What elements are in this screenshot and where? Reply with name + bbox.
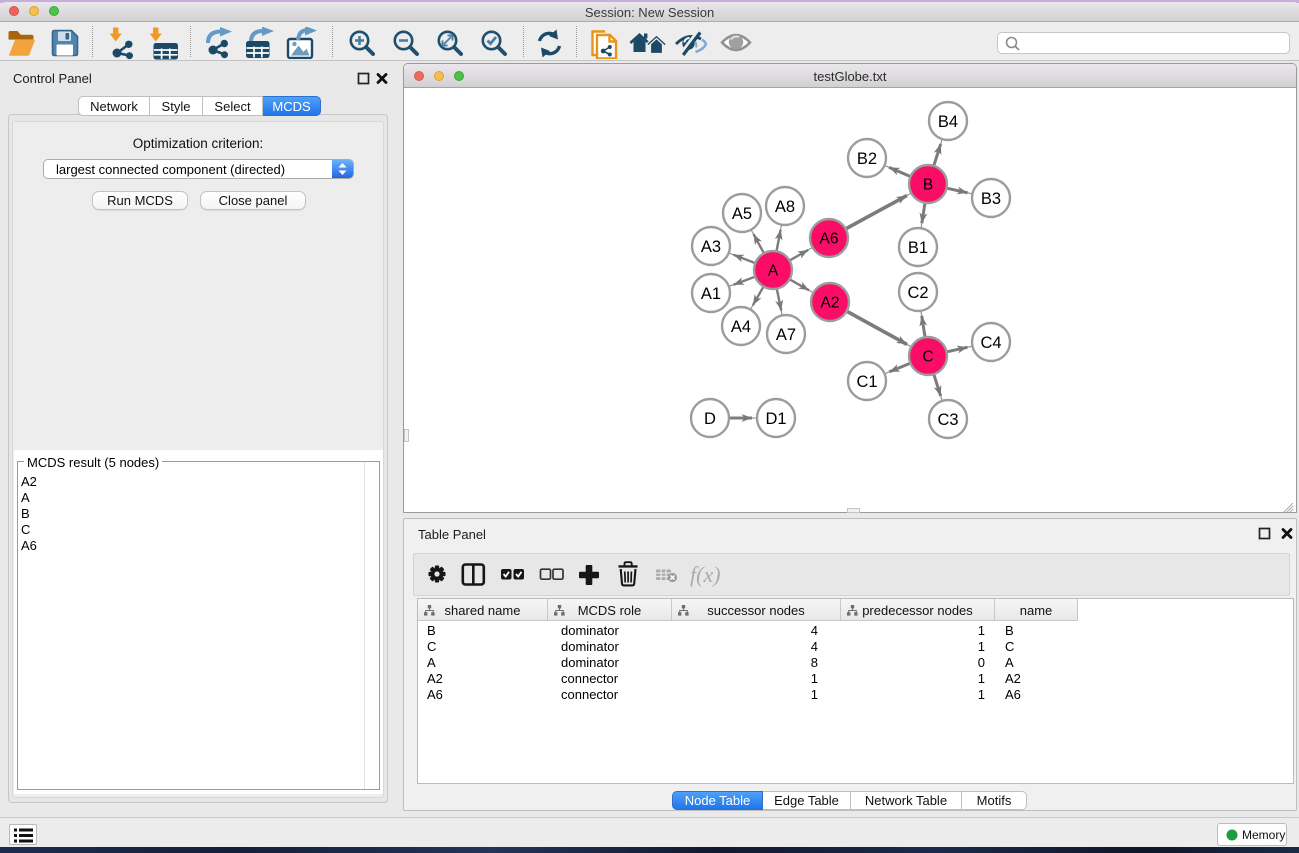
svg-text:A8: A8 (775, 198, 795, 216)
svg-text:B3: B3 (981, 190, 1001, 208)
svg-text:A3: A3 (701, 238, 721, 256)
svg-text:A7: A7 (776, 326, 796, 344)
svg-text:D1: D1 (765, 410, 786, 428)
svg-text:C4: C4 (980, 334, 1001, 352)
svg-text:f(x): f(x) (690, 562, 721, 587)
svg-text:B2: B2 (857, 150, 877, 168)
svg-text:A4: A4 (731, 318, 751, 336)
svg-text:D: D (704, 410, 716, 428)
svg-text:C: C (922, 349, 933, 366)
svg-text:A2: A2 (821, 295, 840, 312)
svg-text:C1: C1 (856, 373, 877, 391)
svg-text:C2: C2 (907, 284, 928, 302)
svg-text:A1: A1 (701, 285, 721, 303)
svg-text:A: A (768, 263, 779, 280)
svg-text:C3: C3 (937, 411, 958, 429)
svg-text:B: B (923, 177, 933, 194)
svg-text:B1: B1 (908, 239, 928, 257)
svg-text:A6: A6 (820, 231, 839, 248)
svg-text:A5: A5 (732, 205, 752, 223)
svg-text:B4: B4 (938, 113, 958, 131)
